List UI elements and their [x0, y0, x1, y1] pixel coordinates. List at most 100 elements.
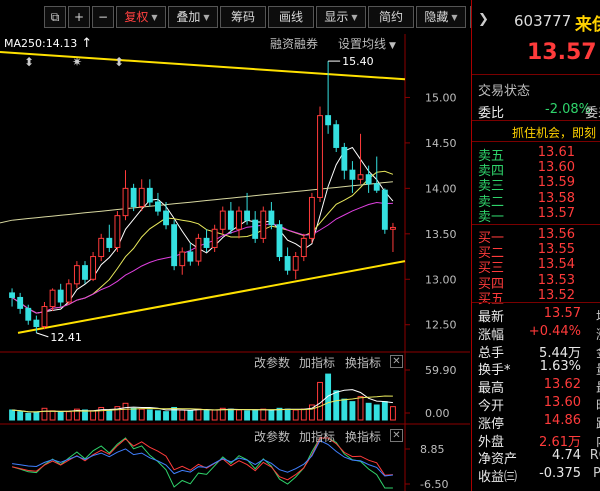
- volume-bar: [260, 408, 267, 421]
- volume-bar: [33, 411, 40, 421]
- candle-body: [98, 237, 105, 258]
- stat-row: 今开 13.60 昨: [478, 395, 600, 414]
- window-icon-label: ⧉: [50, 10, 60, 24]
- stat-label: 换手*: [478, 363, 511, 379]
- bid-price: 13.53: [537, 272, 575, 288]
- indicator-line-1: [11, 437, 393, 489]
- candle-body: [41, 306, 48, 328]
- stat-value: 13.60: [543, 395, 581, 410]
- candle-body: [244, 210, 251, 221]
- chart-area[interactable]: 15.40 12.41 15.00 14.50 14.00 13.50 13.00 12.5…: [0, 34, 470, 491]
- candle-body: [187, 251, 194, 262]
- bid-row: 买四 13.53: [478, 272, 600, 292]
- stat-more: 最: [596, 377, 600, 396]
- simple-button-label: 简约: [378, 10, 403, 24]
- adjust-button-label: 复权: [124, 10, 149, 24]
- sub2-switch-indicator-link[interactable]: 换指标: [345, 428, 381, 445]
- sub2-close-icon[interactable]: ✕: [390, 429, 403, 442]
- sub2-params-link[interactable]: 改参数: [254, 428, 290, 445]
- candle-body: [154, 201, 161, 212]
- candle-body: [252, 219, 259, 239]
- volume-bar: [17, 411, 24, 421]
- low-label: 12.41: [50, 331, 81, 344]
- candle-body: [65, 283, 72, 303]
- candle-body: [49, 289, 56, 308]
- volume-bar: [292, 409, 299, 421]
- sub2-add-indicator-link[interactable]: 加指标: [299, 428, 335, 445]
- ask-price: 13.58: [537, 190, 575, 206]
- overlay-button[interactable]: 叠加 ▼: [168, 6, 218, 28]
- candle-body: [130, 187, 137, 208]
- stat-value: 13.62: [543, 377, 581, 393]
- volume-bar: [122, 402, 129, 421]
- panel-arrow-icon[interactable]: ❯: [478, 12, 489, 27]
- volume-bar: [211, 409, 218, 421]
- event-marker-icon[interactable]: ⬍: [24, 55, 34, 69]
- quote-panel: ❯ 603777 来伊份 13.57 交易状态 委比 -2.08% 委差 抓住机…: [471, 0, 600, 491]
- volume-bar: [9, 409, 15, 421]
- event-star-icon[interactable]: ✷: [72, 55, 82, 69]
- candle-body: [211, 228, 218, 248]
- candle-body: [122, 187, 129, 217]
- volume-bar: [49, 410, 56, 421]
- sub1-params-link[interactable]: 改参数: [254, 354, 290, 371]
- stat-value: 2.61万: [539, 434, 581, 450]
- chips-button[interactable]: 筹码: [220, 6, 266, 28]
- stat-more: 涨: [596, 324, 600, 343]
- chevron-down-icon: ▼: [151, 12, 158, 22]
- zoom-in-button[interactable]: +: [68, 6, 90, 28]
- simple-button[interactable]: 简约: [368, 6, 414, 28]
- candle-body: [195, 237, 202, 262]
- hide-button[interactable]: 隐藏 ▼: [416, 6, 466, 28]
- candle-body: [203, 237, 210, 248]
- display-button[interactable]: 显示 ▼: [316, 6, 366, 28]
- volume-bar: [203, 409, 210, 421]
- ask-row: 卖二 13.58: [478, 190, 600, 210]
- volume-bar: [138, 408, 145, 421]
- margin-trading-link[interactable]: 融资融券: [270, 35, 318, 52]
- volume-bar: [163, 411, 169, 421]
- ask-price: 13.59: [537, 175, 575, 191]
- candle-body: [227, 210, 234, 230]
- ask-price: 13.61: [537, 145, 575, 160]
- stat-row: 涨幅 +0.44% 涨: [478, 324, 600, 343]
- stat-row: 净资产 4.74 RO: [478, 448, 600, 467]
- volume-bar: [373, 404, 380, 421]
- candle-body: [114, 215, 121, 248]
- indicator-tick-label: -6.50: [420, 478, 448, 491]
- stat-more: 昨: [596, 395, 600, 414]
- set-ma-link[interactable]: 设置均线 ▼: [338, 35, 396, 52]
- promo-banner[interactable]: 抓住机会，即刻: [512, 124, 596, 141]
- stat-more: 内: [596, 431, 600, 450]
- candle-body: [106, 237, 113, 248]
- chart-toolbar: ⧉+−复权▼叠加▼筹码画线显示▼简约隐藏▼⧉: [0, 0, 488, 34]
- volume-bar: [106, 409, 113, 421]
- divider: [472, 302, 600, 303]
- zoom-in-button-label: +: [73, 10, 85, 24]
- candle-body: [260, 210, 267, 239]
- sub1-add-indicator-link[interactable]: 加指标: [299, 354, 335, 371]
- draw-line-button[interactable]: 画线: [268, 6, 314, 28]
- zoom-out-button[interactable]: −: [92, 6, 114, 28]
- trade-status: 交易状态: [478, 84, 531, 99]
- sub1-close-icon[interactable]: ✕: [390, 355, 403, 368]
- stat-row: 外盘 2.61万内: [478, 431, 600, 450]
- price-tick-label: 12.50: [425, 319, 457, 332]
- candle-body: [300, 237, 307, 258]
- event-marker-icon[interactable]: ⬍: [114, 55, 124, 69]
- low-pointer: [36, 332, 49, 338]
- chevron-down-icon: ▼: [451, 12, 458, 22]
- window-icon[interactable]: ⧉: [44, 6, 66, 28]
- volume-bar: [25, 412, 32, 421]
- volume-bar: [341, 398, 348, 421]
- bid-price: 13.55: [537, 242, 575, 258]
- bid-label: 买五: [478, 291, 505, 307]
- volume-bar: [179, 409, 186, 421]
- adjust-button[interactable]: 复权 ▼: [116, 6, 166, 28]
- candle-body: [163, 210, 169, 226]
- stat-value: -0.375: [539, 466, 581, 482]
- ma250-label: MA250:14.13 ↑: [4, 36, 92, 51]
- candle-body: [138, 187, 145, 208]
- sub1-switch-indicator-link[interactable]: 换指标: [345, 354, 381, 371]
- stat-value: 13.57: [543, 306, 581, 321]
